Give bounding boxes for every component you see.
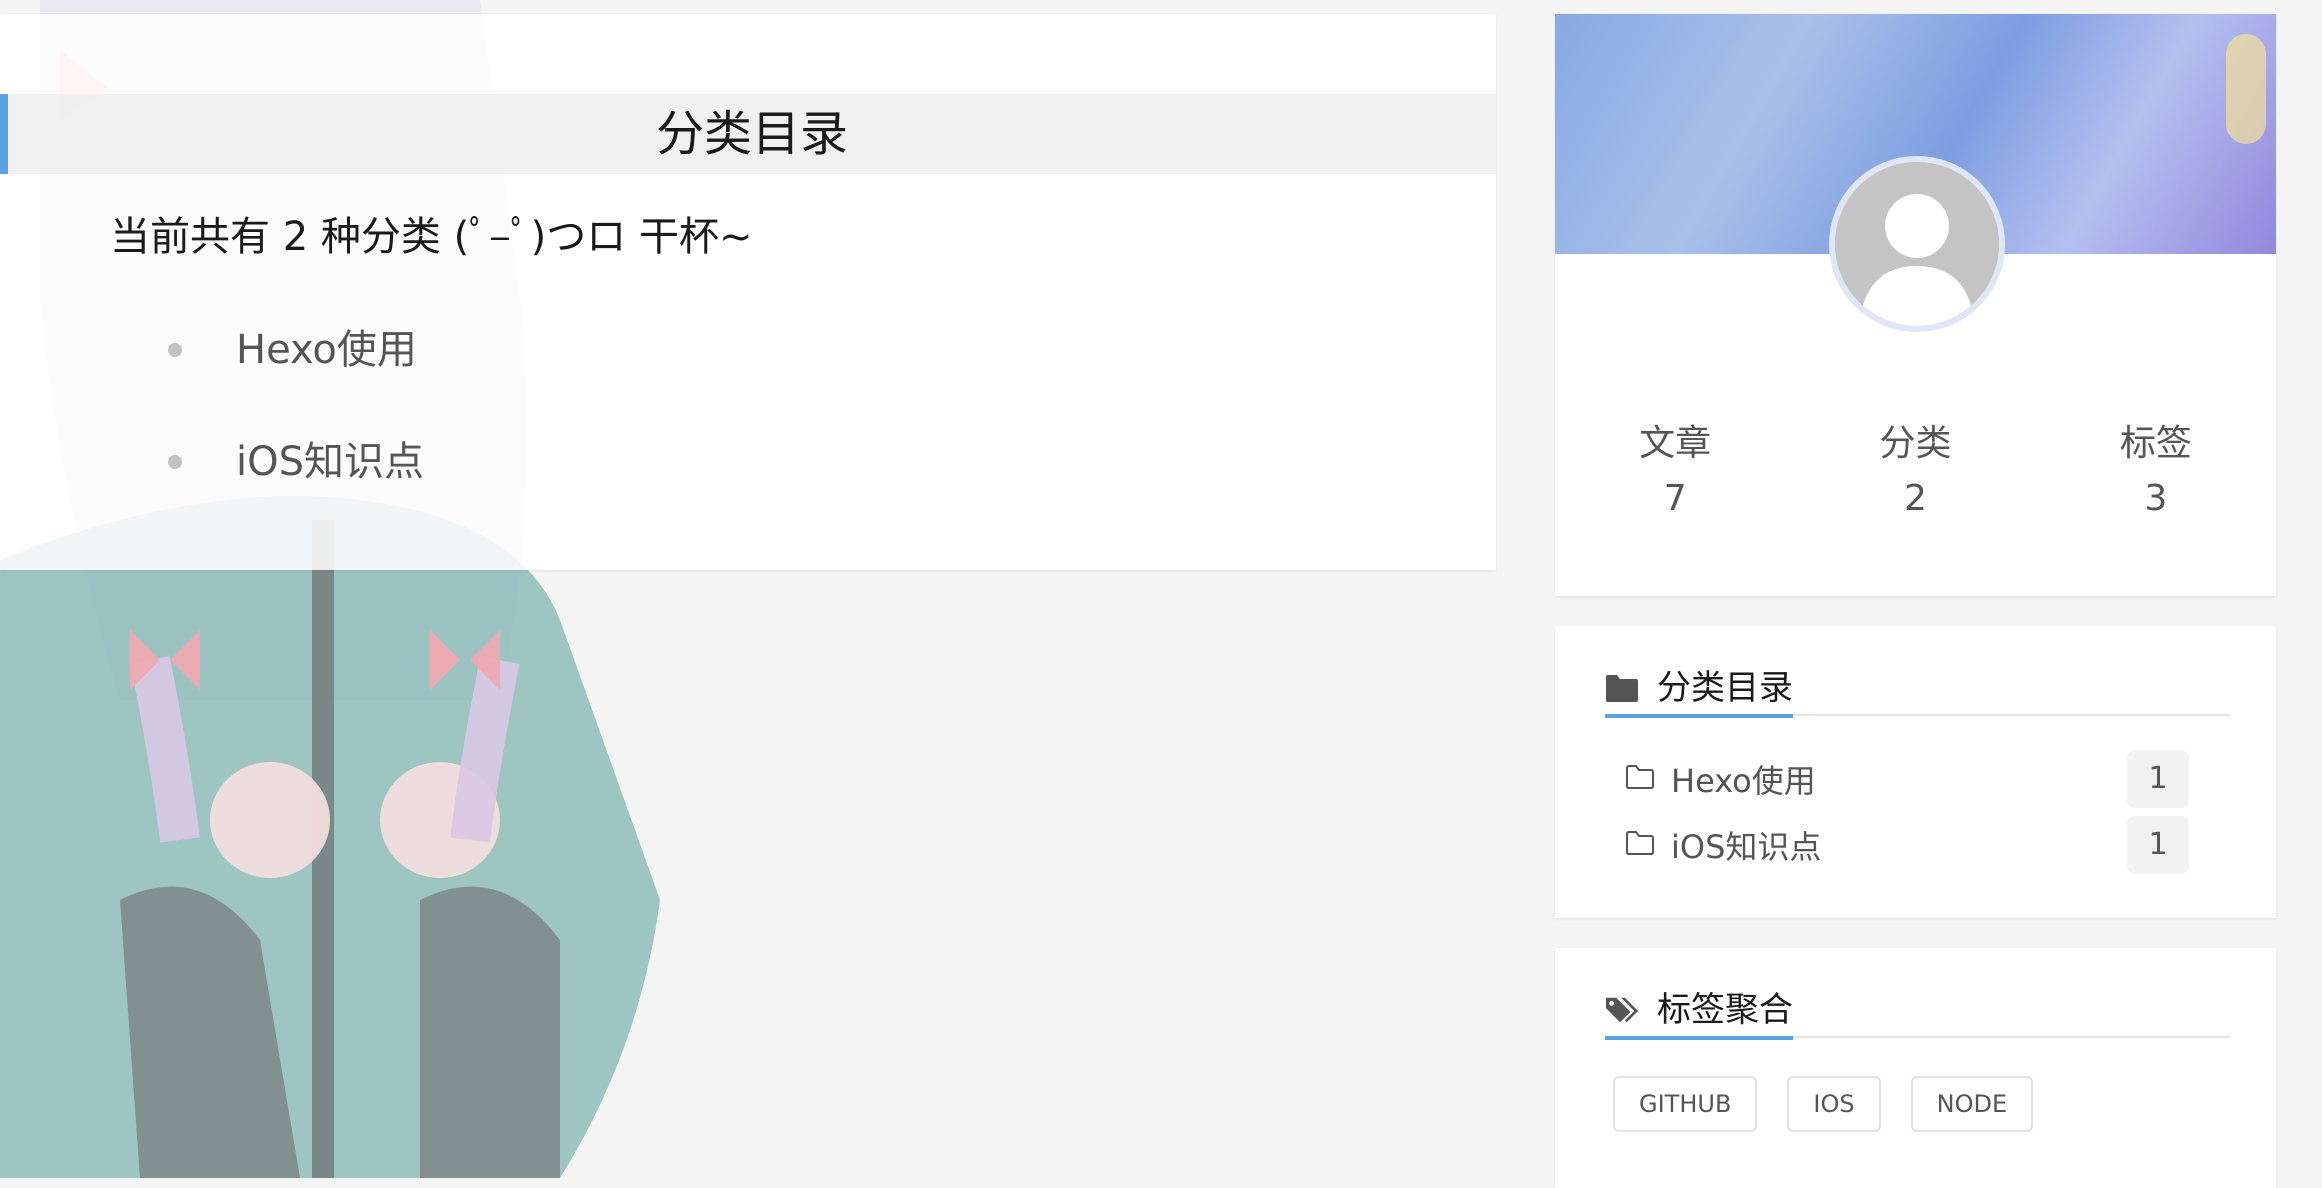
stat-articles[interactable]: 文章 7 xyxy=(1555,414,1795,519)
tag-node[interactable]: NODE xyxy=(1910,1076,2034,1132)
category-label: iOS知识点 xyxy=(236,439,424,485)
stat-label: 分类 xyxy=(1879,423,1952,464)
card-title-text: 分类目录 xyxy=(1657,668,1793,708)
sidebar-category-label: Hexo使用 xyxy=(1671,762,1816,800)
category-panel: 分类目录 当前共有 2 种分类 (ﾟ–ﾟ)つロ 干杯~ Hexo使用 iOS知识… xyxy=(0,14,1496,570)
user-icon xyxy=(1835,162,1999,326)
stat-value: 7 xyxy=(1663,478,1687,519)
category-list: Hexo使用 iOS知识点 xyxy=(160,324,424,548)
avatar[interactable] xyxy=(1829,156,2005,332)
card-header: 标签聚合 xyxy=(1605,988,2231,1040)
tag-list: GITHUB IOS NODE xyxy=(1613,1076,2034,1132)
card-title-text: 标签聚合 xyxy=(1657,990,1793,1030)
category-label: Hexo使用 xyxy=(236,327,417,373)
stat-value: 3 xyxy=(2144,478,2168,519)
card-header: 分类目录 xyxy=(1605,666,2231,718)
stat-label: 标签 xyxy=(2119,423,2192,464)
card-title: 标签聚合 xyxy=(1605,988,1793,1040)
sidebar-category-card: 分类目录 Hexo使用 1 iOS知识点 1 xyxy=(1555,626,2276,918)
sidebar-category-hexo[interactable]: Hexo使用 1 xyxy=(1625,750,2189,810)
tags-icon xyxy=(1605,997,1639,1023)
stat-label: 文章 xyxy=(1639,423,1712,464)
sidebar-category-ios[interactable]: iOS知识点 1 xyxy=(1625,816,2189,876)
bullet-icon xyxy=(168,343,182,357)
profile-stats: 文章 7 分类 2 标签 3 xyxy=(1555,414,2276,519)
tag-ios[interactable]: IOS xyxy=(1787,1076,1881,1132)
stat-tags[interactable]: 标签 3 xyxy=(2036,414,2276,519)
card-title: 分类目录 xyxy=(1605,666,1793,718)
bullet-icon xyxy=(168,455,182,469)
sidebar-category-label: iOS知识点 xyxy=(1671,828,1822,866)
category-count-badge: 1 xyxy=(2127,750,2189,808)
stat-value: 2 xyxy=(1904,478,1927,519)
category-count-badge: 1 xyxy=(2127,816,2189,874)
sidebar-tag-card: 标签聚合 GITHUB IOS NODE xyxy=(1555,948,2276,1188)
tag-github[interactable]: GITHUB xyxy=(1613,1076,1758,1132)
folder-outline-icon xyxy=(1626,831,1654,855)
folder-outline-icon xyxy=(1626,765,1654,789)
stat-categories[interactable]: 分类 2 xyxy=(1795,414,2035,519)
page-title: 分类目录 xyxy=(0,94,1496,174)
category-summary: 当前共有 2 种分类 (ﾟ–ﾟ)つロ 干杯~ xyxy=(110,214,753,260)
category-link-ios[interactable]: iOS知识点 xyxy=(160,436,424,548)
folder-icon xyxy=(1606,675,1638,702)
category-link-hexo[interactable]: Hexo使用 xyxy=(160,324,424,436)
profile-card: 文章 7 分类 2 标签 3 xyxy=(1555,14,2276,596)
